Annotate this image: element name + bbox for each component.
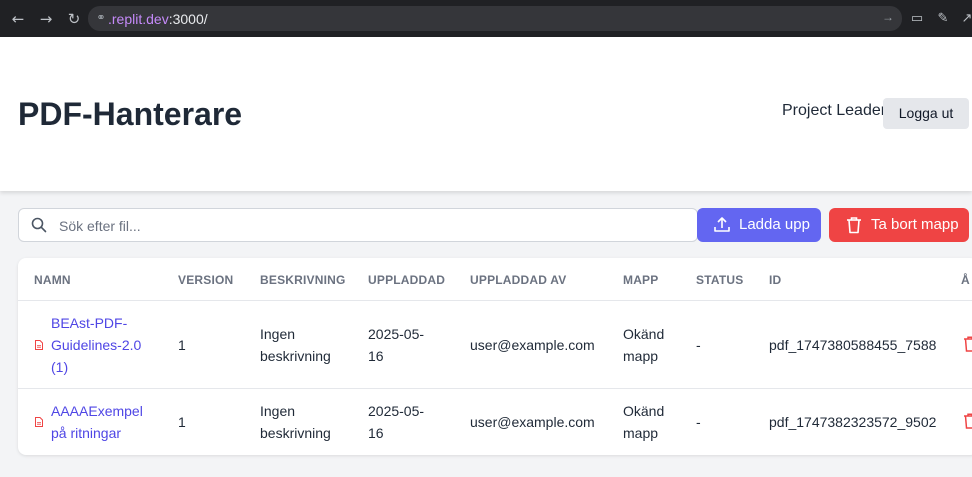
column-header-actions[interactable]: Å [961,273,970,287]
file-name-link[interactable]: AAAAExempel på ritningar [51,400,143,444]
file-status: - [696,337,701,353]
address-bar[interactable]: ⚭ .replit.dev:3000/ → [88,6,902,31]
column-header-id[interactable]: ID [769,273,781,287]
pdf-file-icon [35,417,43,427]
cast-icon[interactable]: ▭ [908,10,926,28]
search-placeholder: Sök efter fil... [59,218,141,234]
wrench-icon[interactable]: ✎ [934,10,952,28]
search-icon [31,217,47,233]
reload-icon[interactable]: ↻ [64,9,84,29]
date-line: 16 [368,348,384,364]
file-folder: Okänd mapp [623,323,664,367]
date-line: 2025-05- [368,403,425,419]
column-header-status[interactable]: STATUS [696,273,743,287]
header-divider [18,300,972,301]
folder-line: mapp [623,425,659,441]
upload-icon [714,217,730,232]
description-line: beskrivning [260,348,331,364]
file-uploaded-by: user@example.com [470,414,595,430]
file-name-line: AAAAExempel [51,403,143,419]
upload-label: Ladda upp [739,216,810,233]
column-header-name[interactable]: NAMN [34,273,71,287]
folder-line: mapp [623,348,659,364]
back-icon[interactable]: ← [8,9,28,29]
app-header: PDF-Hanterare Project Leader Logga ut [0,37,972,191]
column-header-uploaded[interactable]: UPPLADDAD [368,273,445,287]
folder-line: Okänd [623,326,665,342]
column-header-folder[interactable]: MAPP [623,273,658,287]
pdf-file-icon [35,340,43,350]
files-table: NAMN VERSION BESKRIVNING UPPLADDAD UPPLA… [18,258,972,455]
description-line: beskrivning [260,425,331,441]
file-id: pdf_1747382323572_9502 [769,414,937,430]
file-uploaded-by: user@example.com [470,337,595,353]
file-version: 1 [178,337,186,353]
file-name-line: Guidelines-2.0 [51,337,142,353]
file-uploaded-date: 2025-05- 16 [368,323,424,367]
row-divider [18,388,972,389]
user-name: Project Leader [782,102,887,119]
file-uploaded-date: 2025-05- 16 [368,400,424,444]
page-title: PDF-Hanterare [18,96,243,132]
browser-toolbar: ← → ↻ ⚭ .replit.dev:3000/ → ▭ ✎ ↗ [0,0,972,37]
file-description: Ingen beskrivning [260,400,331,444]
folder-line: Okänd [623,403,665,419]
date-line: 16 [368,425,384,441]
file-name-line: (1) [51,359,69,375]
date-line: 2025-05- [368,326,425,342]
url-text: .replit.dev:3000/ [108,11,208,27]
open-external-icon[interactable]: ↗ [958,10,972,28]
delete-folder-label: Ta bort mapp [871,216,959,233]
forward-icon[interactable]: → [36,9,56,29]
file-id: pdf_1747380588455_7588 [769,337,937,353]
column-header-version[interactable]: VERSION [178,273,233,287]
link-icon: ⚭ [96,12,106,24]
file-folder: Okänd mapp [623,400,664,444]
trash-icon [847,217,861,234]
upload-button[interactable]: Ladda upp [697,208,821,242]
description-line: Ingen [260,403,296,419]
search-input[interactable]: Sök efter fil... [18,208,698,242]
file-status: - [696,414,701,430]
file-description: Ingen beskrivning [260,323,331,367]
go-icon[interactable]: → [882,10,894,24]
file-version: 1 [178,414,186,430]
delete-file-icon[interactable] [963,336,972,352]
delete-file-icon[interactable] [963,413,972,429]
column-header-uploaded-by[interactable]: UPPLADDAD AV [470,273,566,287]
delete-folder-button[interactable]: Ta bort mapp [829,208,969,242]
column-header-description[interactable]: BESKRIVNING [260,273,346,287]
file-name-line: på ritningar [51,425,122,441]
description-line: Ingen [260,326,296,342]
file-name-link[interactable]: BEAst-PDF- Guidelines-2.0 (1) [51,312,141,378]
file-name-line: BEAst-PDF- [51,315,128,331]
logout-button[interactable]: Logga ut [883,98,969,129]
